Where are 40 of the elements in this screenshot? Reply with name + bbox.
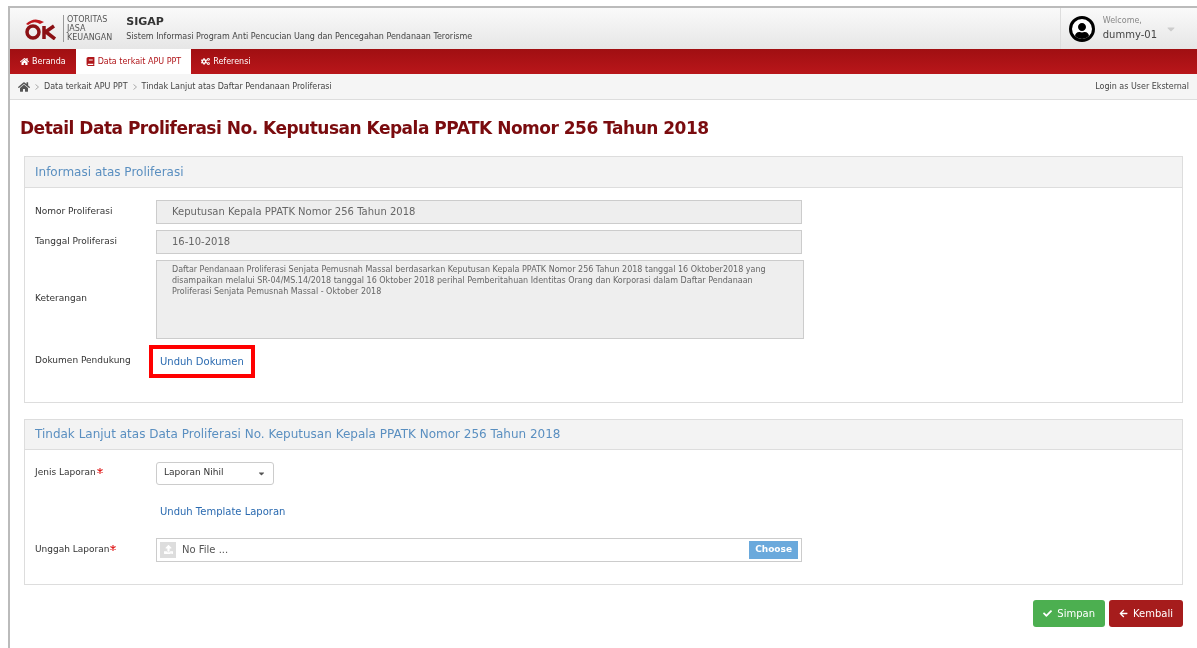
field-label: Jenis Laporan (35, 466, 96, 480)
report-type-select[interactable]: Laporan Nihil (156, 461, 274, 485)
field-label: Keterangan (35, 292, 87, 306)
chevron-icon (132, 83, 137, 90)
logo-text: KEUANGAN (67, 33, 113, 42)
avatar-icon (1068, 15, 1095, 42)
panel-title: Informasi atas Proliferasi (35, 163, 184, 181)
text-field[interactable]: 16-10-2018 (156, 229, 802, 254)
app-subtitle: Sistem Informasi Program Anti Pencucian Uang dan Pencegahan Pendanaan Terorisme (126, 30, 473, 43)
gears-icon (201, 57, 211, 66)
field-label: Nomor Proliferasi (35, 204, 113, 218)
check-icon (1043, 608, 1053, 618)
page-title: Detail Data Proliferasi No. Keputusan Kepala PPATK Nomor 256 Tahun 2018 (20, 117, 710, 140)
book-icon (85, 57, 95, 66)
login-as-text: Login as User Eksternal (1095, 80, 1189, 93)
back-button[interactable]: Kembali (1109, 599, 1183, 627)
breadcrumb-link[interactable]: Data terkait APU PPT (44, 80, 128, 93)
breadcrumb-link[interactable]: Tindak Lanjut atas Daftar Pendanaan Proliferasi (141, 80, 332, 93)
nav-tab[interactable]: Beranda (10, 49, 76, 74)
chevron-icon (35, 83, 39, 90)
welcome-text: Welcome, (1102, 15, 1143, 27)
logo-text: JASA (67, 24, 86, 33)
text-area[interactable]: Daftar Pendanaan Proliferasi Senjata Pemusnah Massal berdasarkan Keputusan Kepala PPATK Nomor 256 Tahun 2018 tanggal 16 Oktober2018 yang disampaikan melalui SR-04/MS.14/2018 tanggal 16 Oktober 2018 perihal Pemberitahuan Identitas Orang dan Korporasi dalam Daftar Pendanaan Proliferasi Senjata Pemusnah Massal - Oktober 2018 (156, 259, 804, 339)
app-name: SIGAP (126, 14, 165, 31)
upload-icon (160, 541, 176, 558)
panel-title: Tindak Lanjut atas Data Proliferasi No. Keputusan Kepala PPATK Nomor 256 Tahun 2018 (35, 426, 561, 443)
home-icon (18, 80, 30, 93)
download-link[interactable]: Unduh Template Laporan (149, 494, 297, 528)
download-link[interactable]: Unduh Dokumen (149, 344, 255, 378)
username: dummy-01 (1102, 28, 1157, 42)
field-label: Unggah Laporan (35, 542, 110, 556)
field-label: Dokumen Pendukung (35, 354, 131, 368)
text-field[interactable]: Keputusan Kepala PPATK Nomor 256 Tahun 2018 (156, 199, 802, 224)
home-icon (20, 57, 29, 66)
nav-tab[interactable]: Data terkait APU PPT (75, 49, 192, 74)
field-label: Tanggal Proliferasi (35, 234, 117, 248)
logo-text: OTORITAS (67, 15, 109, 24)
arrow-left-icon (1119, 608, 1128, 618)
file-field[interactable]: No File ... Choose (156, 537, 802, 562)
nav-tab[interactable]: Referensi (191, 49, 261, 74)
